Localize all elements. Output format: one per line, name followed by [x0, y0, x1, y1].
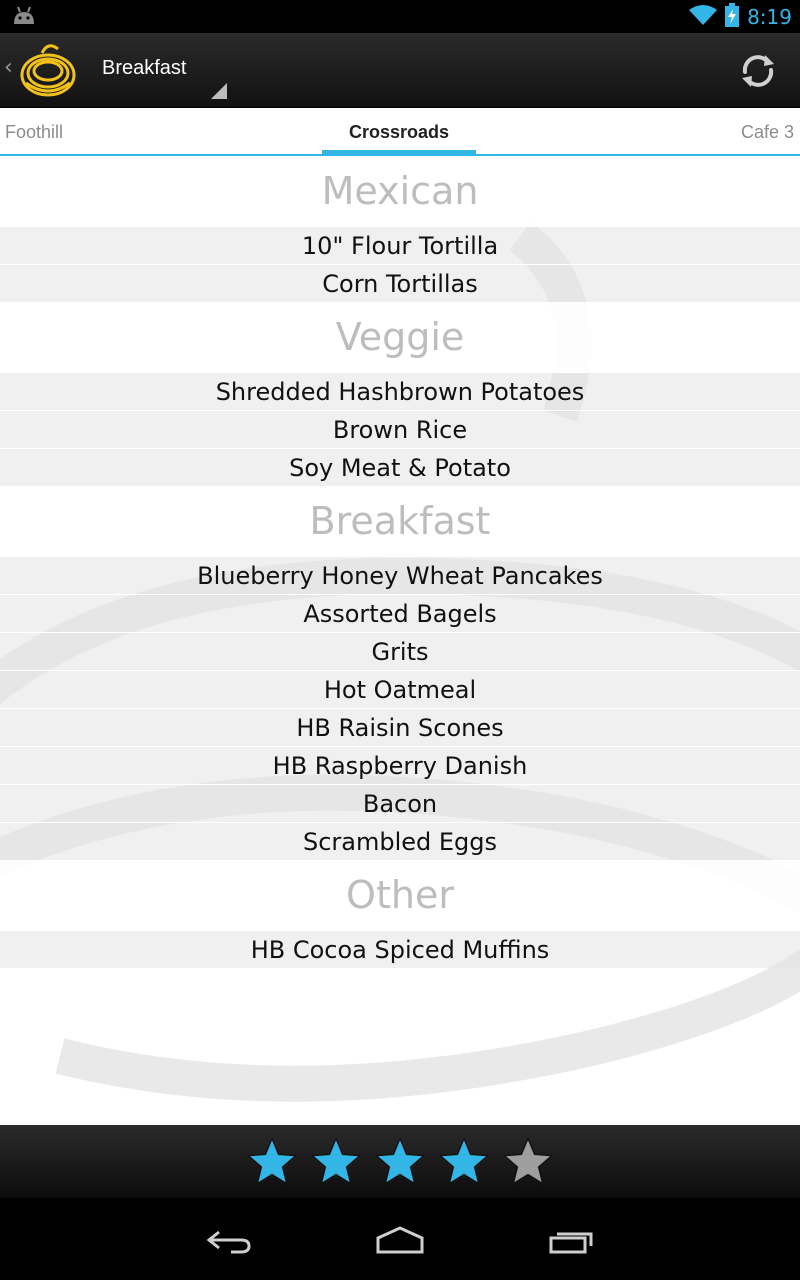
tab-foothill[interactable]: Foothill [5, 122, 63, 143]
menu-item[interactable]: 10" Flour Tortilla [0, 226, 800, 264]
refresh-icon [742, 55, 774, 87]
menu-item[interactable]: Brown Rice [0, 410, 800, 448]
menu-item[interactable]: HB Raisin Scones [0, 708, 800, 746]
yellow-spiral-logo-icon[interactable] [18, 39, 82, 107]
menu-item[interactable]: Soy Meat & Potato [0, 448, 800, 486]
battery-charging-icon [725, 3, 740, 31]
menu-item[interactable]: Corn Tortillas [0, 264, 800, 302]
star-empty-icon[interactable] [501, 1135, 555, 1189]
menu-item[interactable]: Scrambled Eggs [0, 822, 800, 860]
menu-item[interactable]: Assorted Bagels [0, 594, 800, 632]
menu-item[interactable]: HB Raspberry Danish [0, 746, 800, 784]
section-header: Breakfast [0, 486, 800, 556]
menu-item[interactable]: Shredded Hashbrown Potatoes [0, 372, 800, 410]
meal-spinner[interactable]: Breakfast [102, 57, 186, 80]
spinner-caret-icon[interactable] [211, 83, 227, 99]
section-header: Mexican [0, 156, 800, 226]
status-bar: 8:19 [0, 0, 800, 33]
back-icon[interactable] [205, 1226, 253, 1260]
star-filled-icon[interactable] [245, 1135, 299, 1189]
section-header: Other [0, 860, 800, 930]
menu-item[interactable]: Blueberry Honey Wheat Pancakes [0, 556, 800, 594]
recent-apps-icon[interactable] [547, 1226, 595, 1260]
clock: 8:19 [747, 5, 792, 29]
menu-list: Mexican 10" Flour Tortilla Corn Tortillas V… [0, 156, 800, 968]
menu-item[interactable]: HB Cocoa Spiced Muffins [0, 930, 800, 968]
menu-item[interactable]: Bacon [0, 784, 800, 822]
star-filled-icon[interactable] [373, 1135, 427, 1189]
menu-item[interactable]: Hot Oatmeal [0, 670, 800, 708]
star-filled-icon[interactable] [437, 1135, 491, 1189]
tab-cafe-3[interactable]: Cafe 3 [741, 122, 794, 143]
location-tabs: Foothill Crossroads Cafe 3 [0, 108, 800, 156]
tab-crossroads[interactable]: Crossroads [322, 122, 476, 143]
star-filled-icon[interactable] [309, 1135, 363, 1189]
home-icon[interactable] [375, 1226, 425, 1260]
menu-content[interactable]: Mexican 10" Flour Tortilla Corn Tortillas V… [0, 156, 800, 1125]
wifi-icon [689, 4, 718, 30]
section-header: Veggie [0, 302, 800, 372]
rating-bar[interactable] [0, 1125, 800, 1198]
action-bar: ‹ Breakfast [0, 33, 800, 108]
selected-tab-indicator [322, 150, 476, 155]
up-caret-icon[interactable]: ‹ [4, 55, 13, 80]
navigation-bar [0, 1198, 800, 1280]
menu-item[interactable]: Grits [0, 632, 800, 670]
refresh-button[interactable] [738, 51, 778, 91]
android-debug-icon [12, 6, 36, 30]
